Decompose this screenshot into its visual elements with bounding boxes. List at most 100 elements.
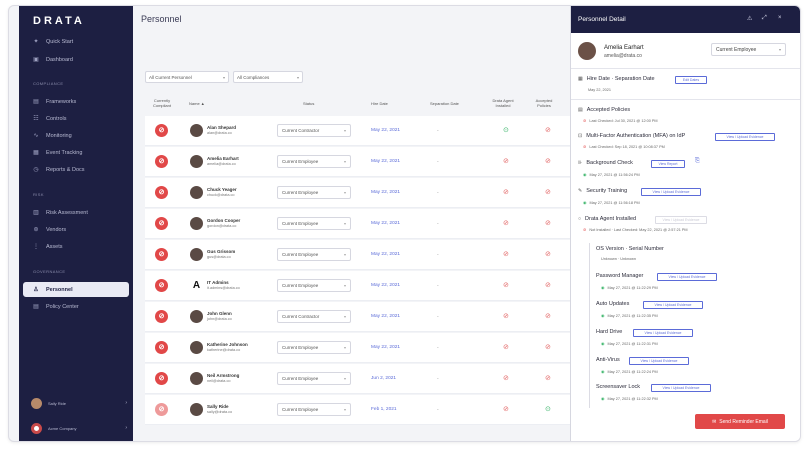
screensaver-lock-evidence-button[interactable]: View / Upload Evidence: [651, 384, 711, 392]
warning-icon[interactable]: ⚠: [747, 15, 752, 22]
table-row[interactable]: ⊘ Alan Shepard alan@drata.co Current Contra…: [145, 116, 570, 146]
password-manager-evidence-button[interactable]: View / Upload Evidence: [657, 273, 717, 281]
expand-icon[interactable]: ⤢: [762, 15, 767, 22]
send-reminder-email-button[interactable]: ✉ Send Reminder Email: [695, 414, 785, 429]
status-select[interactable]: Current Employee ▾: [277, 279, 351, 292]
header-status[interactable]: Status: [303, 101, 314, 107]
separation-date: -: [437, 252, 439, 258]
policies-missing-icon: ⊘: [545, 251, 551, 258]
chevron-down-icon: ▾: [778, 47, 781, 52]
sidebar-item-label: Assets: [46, 243, 63, 250]
auto-updates-evidence-button[interactable]: View / Upload Evidence: [643, 301, 703, 309]
header-compliant[interactable]: Currently Compliant: [148, 98, 176, 108]
table-row[interactable]: ⊘ A IT Admins it.admins@drata.co Current Emp…: [145, 271, 570, 301]
check-circle-icon: ◉: [601, 313, 605, 318]
anti-virus-evidence-button[interactable]: View / Upload Evidence: [629, 357, 689, 365]
background-check-icon: ⊪: [578, 160, 583, 166]
status-select[interactable]: Current Employee ▾: [277, 341, 351, 354]
close-icon[interactable]: ×: [778, 15, 782, 21]
background-check-status: ◉ May 27, 2021 @ 11:56:24 PM: [583, 172, 640, 177]
auto-updates-status: ◉ May 27, 2021 @ 11:22:35 PM: [601, 313, 658, 318]
sidebar-item-label: Frameworks: [46, 98, 77, 105]
sidebar-item-frameworks[interactable]: ▤ Frameworks: [23, 94, 129, 109]
sidebar-item-vendors[interactable]: ⊛ Vendors: [23, 222, 129, 237]
screensaver-lock-status: ◉ May 27, 2021 @ 11:22:32 PM: [601, 396, 658, 401]
main-content: Personnel All Current Personnel ▾ All Co…: [133, 6, 570, 441]
sidebar-item-risk-assessment[interactable]: ▥ Risk Assessment: [23, 205, 129, 220]
list-icon: ▤: [578, 107, 583, 113]
person-name[interactable]: IT Admins: [207, 280, 229, 285]
status-select[interactable]: Current Employee ▾: [277, 155, 351, 168]
person-name[interactable]: Chuck Yeager: [207, 187, 237, 192]
panel-title: Personnel Detail: [578, 16, 626, 23]
training-icon: ✎: [578, 188, 583, 194]
error-icon: ⊘: [583, 227, 587, 232]
header-policies[interactable]: Accepted Policies: [530, 98, 558, 108]
status-select[interactable]: Current Employee ▾: [277, 248, 351, 261]
table-row[interactable]: ⊘ Gus Grissom gus@drata.co Current Employee…: [145, 240, 570, 270]
section-label: Background Check: [586, 160, 633, 166]
table-row[interactable]: ⊘ Katherine Johnson katherine@drata.co Curr…: [145, 333, 570, 363]
edit-dates-button[interactable]: Edit Dates: [675, 76, 707, 84]
sidebar-item-assets[interactable]: ⋮ Assets: [23, 239, 129, 254]
header-name[interactable]: Name ▲: [189, 101, 205, 107]
hard-drive-evidence-button[interactable]: View / Upload Evidence: [633, 329, 693, 337]
header-agent[interactable]: Drata Agent Installed: [489, 98, 517, 108]
view-report-button[interactable]: View Report: [651, 160, 685, 168]
person-status-select[interactable]: Current Employee ▾: [711, 43, 786, 56]
user-name: Sally Ride: [48, 400, 67, 406]
clipboard-icon[interactable]: ⎘: [695, 158, 700, 165]
table-row[interactable]: ⊘ Chuck Yeager chuck@drata.co Current Emplo…: [145, 178, 570, 208]
agent-evidence-button[interactable]: View / Upload Evidence: [655, 216, 707, 224]
person-name[interactable]: John Glenn: [207, 311, 232, 316]
table-row[interactable]: ⊘ Neil Armstrong neil@drata.co Current Empl…: [145, 364, 570, 394]
status-select[interactable]: Current Employee ▾: [277, 372, 351, 385]
sidebar-item-controls[interactable]: ☷ Controls: [23, 111, 129, 126]
header-hire-date[interactable]: Hire Date: [371, 101, 388, 107]
person-name[interactable]: Alan Shepard: [207, 125, 236, 130]
agent-missing-icon: ⊘: [503, 406, 509, 413]
avatar: [190, 186, 203, 199]
check-circle-icon: ◉: [601, 285, 605, 290]
avatar: [578, 42, 596, 60]
user-menu[interactable]: Sally Ride ›: [31, 396, 131, 410]
status-text: May 27, 2021 @ 11:22:29 PM: [607, 285, 658, 290]
status-select[interactable]: Current Contractor ▾: [277, 310, 351, 323]
mail-icon: ✉: [712, 418, 717, 425]
person-name[interactable]: Katherine Johnson: [207, 342, 248, 347]
panel-header: Personnel Detail ⚠ ⤢ ×: [571, 6, 800, 33]
sidebar-item-monitoring[interactable]: ∿ Monitoring: [23, 128, 129, 143]
security-training-evidence-button[interactable]: View / Upload Evidence: [641, 188, 701, 196]
person-name[interactable]: Gus Grissom: [207, 249, 235, 254]
company-menu[interactable]: Acme Company ›: [31, 421, 131, 435]
table-row[interactable]: ⊘ John Glenn john@drata.co Current Contract…: [145, 302, 570, 332]
mfa-evidence-button[interactable]: View / Upload Evidence: [715, 133, 775, 141]
password-manager-status: ◉ May 27, 2021 @ 11:22:29 PM: [601, 285, 658, 290]
status-select[interactable]: Current Employee ▾: [277, 403, 351, 416]
policy-icon: ▤: [33, 304, 39, 310]
agent-missing-icon: ⊘: [503, 158, 509, 165]
sidebar-item-quick-start[interactable]: ✦ Quick Start: [23, 34, 129, 49]
compliance-filter-select[interactable]: All Compliances ▾: [233, 71, 303, 83]
sidebar-item-personnel[interactable]: ♙ Personnel: [23, 282, 129, 297]
person-name[interactable]: Gordon Cooper: [207, 218, 240, 223]
sidebar-item-policy-center[interactable]: ▤ Policy Center: [23, 299, 129, 314]
person-name[interactable]: Sally Ride: [207, 404, 229, 409]
header-separation-date[interactable]: Separation Date: [430, 101, 459, 107]
table-row[interactable]: ⊘ Sally Ride sally@drata.co Current Employe…: [145, 395, 570, 425]
os-version-value: Unknown · Unknown: [601, 257, 636, 261]
status-select[interactable]: Current Employee ▾: [277, 186, 351, 199]
auto-updates-title: Auto Updates: [596, 301, 630, 307]
sidebar-item-reports[interactable]: ◷ Reports & Docs: [23, 162, 129, 177]
person-name[interactable]: Amelia Earhart: [207, 156, 239, 161]
status-select[interactable]: Current Contractor ▾: [277, 124, 351, 137]
sidebar-item-event-tracking[interactable]: ▦ Event Tracking: [23, 145, 129, 160]
table-row[interactable]: ⊘ Amelia Earhart amelia@drata.co Current Em…: [145, 147, 570, 177]
monitoring-icon: ∿: [33, 133, 39, 139]
noncompliant-icon: ⊘: [155, 186, 168, 199]
table-row[interactable]: ⊘ Gordon Cooper gordon@drata.co Current Emp…: [145, 209, 570, 239]
sidebar-item-dashboard[interactable]: ▣ Dashboard: [23, 52, 129, 67]
person-name[interactable]: Neil Armstrong: [207, 373, 239, 378]
status-select[interactable]: Current Employee ▾: [277, 217, 351, 230]
personnel-filter-select[interactable]: All Current Personnel ▾: [145, 71, 229, 83]
